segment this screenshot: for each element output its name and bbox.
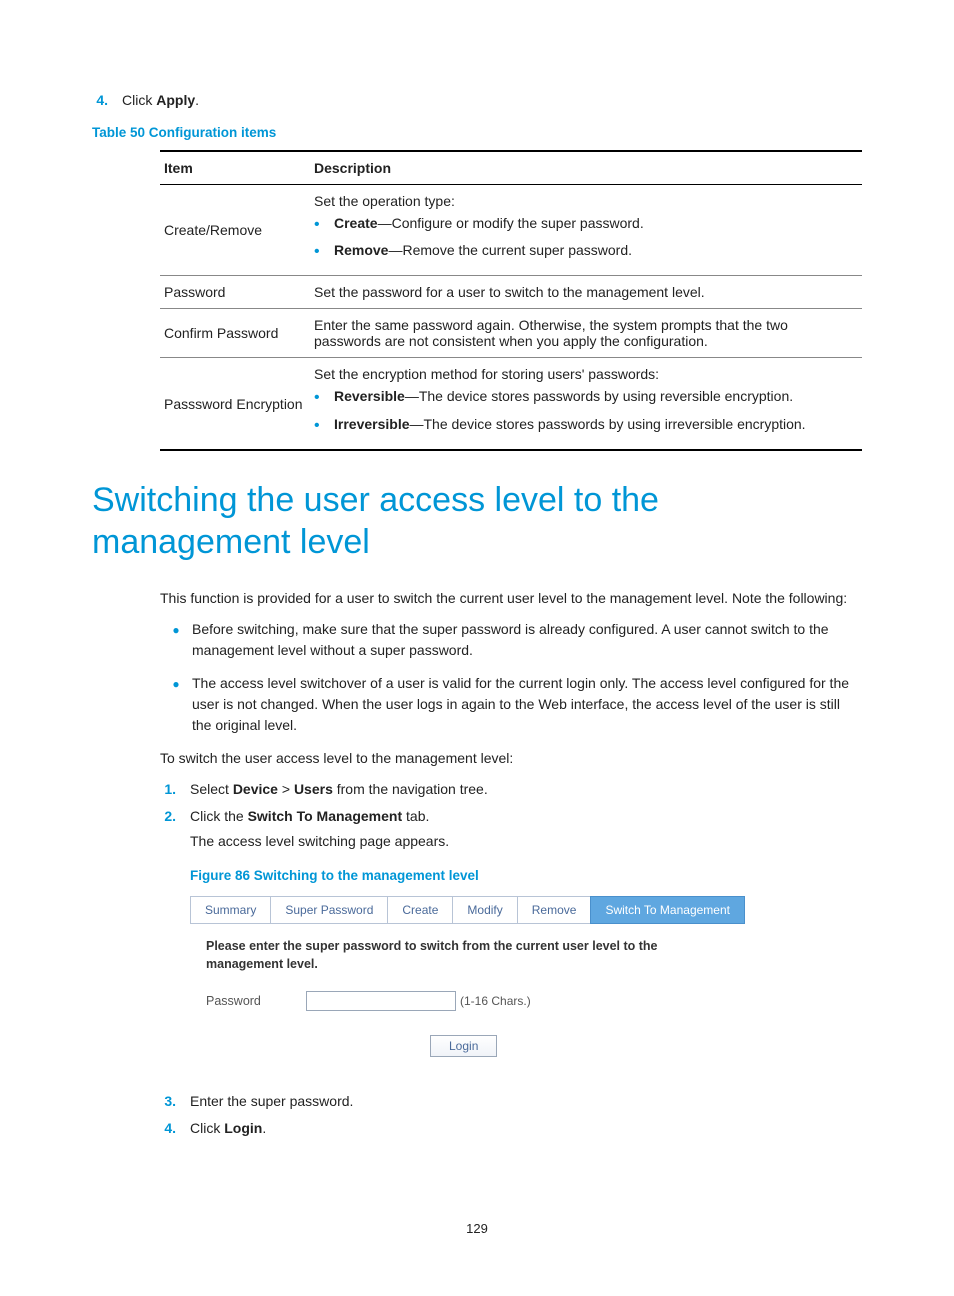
step-4b: 4. Click Login. [160, 1118, 862, 1139]
step-number: 1. [160, 779, 190, 800]
list-item: Remove—Remove the current super password… [314, 240, 856, 263]
step-list-top: 4. Click Apply. [92, 90, 862, 111]
list-item: ●The access level switchover of a user i… [160, 673, 862, 736]
cell-desc: Set the encryption method for storing us… [310, 358, 862, 450]
step-subtext: The access level switching page appears. [190, 831, 862, 852]
step-body: Select Device > Users from the navigatio… [190, 779, 862, 800]
step-number: 3. [160, 1091, 190, 1112]
list-item: Create—Configure or modify the super pas… [314, 213, 856, 236]
table-row: Create/Remove Set the operation type: Cr… [160, 185, 862, 276]
notes-list: ●Before switching, make sure that the su… [160, 619, 862, 736]
list-item: Reversible—The device stores passwords b… [314, 386, 856, 409]
cell-item: Create/Remove [160, 185, 310, 276]
intro-paragraph: This function is provided for a user to … [160, 588, 862, 609]
step-body: Click the Switch To Management tab. The … [190, 806, 862, 1085]
cell-item: Password [160, 276, 310, 309]
ui-panel: Please enter the super password to switc… [190, 924, 854, 1075]
to-switch-paragraph: To switch the user access level to the m… [160, 748, 862, 769]
table-row: Password Set the password for a user to … [160, 276, 862, 309]
th-item: Item [160, 151, 310, 185]
password-input[interactable] [306, 991, 456, 1011]
bullet-list: Create—Configure or modify the super pas… [314, 213, 856, 263]
step-body: Enter the super password. [190, 1091, 862, 1112]
ui-tabbar: Summary Super Password Create Modify Rem… [190, 896, 854, 924]
procedure-list: 1. Select Device > Users from the naviga… [160, 779, 862, 1139]
figure-caption: Figure 86 Switching to the management le… [190, 866, 862, 886]
list-item: ●Before switching, make sure that the su… [160, 619, 862, 661]
step-body: Click Apply. [122, 90, 862, 111]
bullet-list: Reversible—The device stores passwords b… [314, 386, 856, 436]
cell-desc: Set the operation type: Create—Configure… [310, 185, 862, 276]
cell-desc: Set the password for a user to switch to… [310, 276, 862, 309]
bullet-icon: ● [160, 619, 192, 661]
bullet-icon: ● [160, 673, 192, 736]
cell-desc: Enter the same password again. Otherwise… [310, 309, 862, 358]
password-row: Password (1-16 Chars.) [206, 991, 838, 1011]
step-number: 4. [160, 1118, 190, 1139]
th-desc: Description [310, 151, 862, 185]
password-hint: (1-16 Chars.) [460, 992, 531, 1010]
tab-super-password[interactable]: Super Password [270, 896, 388, 924]
tab-remove[interactable]: Remove [517, 896, 592, 924]
tab-switch-to-management[interactable]: Switch To Management [590, 896, 745, 924]
section-heading: Switching the user access level to the m… [92, 479, 862, 564]
cell-item: Confirm Password [160, 309, 310, 358]
table-row: Confirm Password Enter the same password… [160, 309, 862, 358]
configuration-table: Item Description Create/Remove Set the o… [160, 150, 862, 451]
page-number: 129 [0, 1221, 954, 1236]
step-4: 4. Click Apply. [92, 90, 862, 111]
ui-instruction: Please enter the super password to switc… [206, 938, 686, 973]
button-row: Login [206, 1035, 838, 1057]
tab-modify[interactable]: Modify [452, 896, 517, 924]
tab-create[interactable]: Create [387, 896, 453, 924]
table-row: Passsword Encryption Set the encryption … [160, 358, 862, 450]
step-number: 2. [160, 806, 190, 1085]
step-3: 3. Enter the super password. [160, 1091, 862, 1112]
step-2: 2. Click the Switch To Management tab. T… [160, 806, 862, 1085]
password-label: Password [206, 992, 306, 1011]
table-caption: Table 50 Configuration items [92, 125, 862, 140]
table-header-row: Item Description [160, 151, 862, 185]
step-body: Click Login. [190, 1118, 862, 1139]
step-number: 4. [92, 90, 122, 111]
login-button[interactable]: Login [430, 1035, 497, 1057]
ui-screenshot: Summary Super Password Create Modify Rem… [190, 896, 854, 1075]
tab-summary[interactable]: Summary [190, 896, 271, 924]
list-item: Irreversible—The device stores passwords… [314, 414, 856, 437]
cell-item: Passsword Encryption [160, 358, 310, 450]
step-1: 1. Select Device > Users from the naviga… [160, 779, 862, 800]
